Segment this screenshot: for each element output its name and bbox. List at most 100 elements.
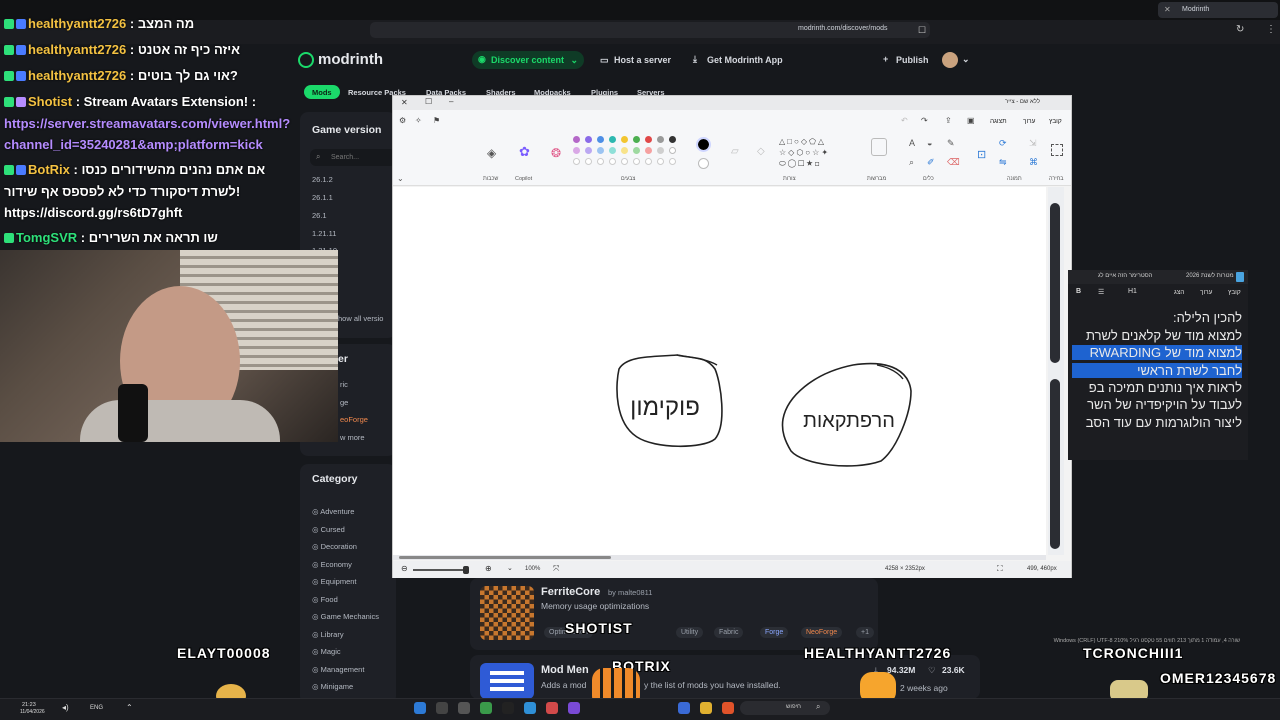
color-swatch-empty[interactable] [573,158,580,165]
heading-dropdown[interactable]: H1 [1128,288,1137,295]
category-item[interactable]: ◎ Adventure [312,501,354,519]
color-swatch[interactable] [597,136,604,143]
zoom-in-icon[interactable]: ⊕ [485,564,492,573]
minecraft-icon[interactable] [480,702,492,714]
layer-slider[interactable] [1050,379,1060,549]
sparkle-icon[interactable]: ✧ [415,116,422,125]
color-picker-icon[interactable]: ✐ [927,157,935,168]
bookmark-icon[interactable]: ☐ [918,25,926,36]
refresh-icon[interactable]: ↻ [1236,24,1244,35]
chevron-down-icon[interactable]: ⌄ [507,564,513,572]
loader-option-forge[interactable]: ge [340,398,348,407]
category-item[interactable]: ◎ Decoration [312,536,357,554]
vscode-icon[interactable] [524,702,536,714]
notepad-tab[interactable]: הסטרימר הזה איים לג [1098,273,1152,279]
share-icon[interactable]: ⇪ [945,116,952,125]
fill-bucket-icon[interactable]: ◒ [927,138,932,148]
color-swatch[interactable] [633,136,640,143]
copilot-icon[interactable]: ✿ [519,144,530,160]
version-option[interactable]: 1.21.11 [312,229,336,238]
menu-icon[interactable]: ⋮ [1266,24,1276,35]
menu-view[interactable]: הצג [1174,289,1184,296]
show-more-toggle[interactable]: w more [340,433,365,442]
color-swatch[interactable] [585,136,592,143]
close-icon[interactable]: ✕ [1164,5,1171,14]
file-explorer-icon[interactable] [700,702,712,714]
color-swatch-empty[interactable] [609,158,616,165]
project-title[interactable]: FerriteCore [541,586,600,598]
shape-outline-icon[interactable]: ◇ [757,146,765,157]
category-item[interactable]: ◎ Equipment [312,571,357,589]
category-item[interactable]: ◎ Economy [312,554,352,572]
tag-utility[interactable]: Utility [676,627,704,638]
image-crop-icon[interactable]: ⊡ [977,148,986,161]
pencil-icon[interactable]: ✎ [947,138,955,149]
secondary-color[interactable] [698,158,709,169]
brave-icon[interactable] [722,702,734,714]
color-swatch[interactable] [609,136,616,143]
zoom-slider-thumb[interactable] [463,566,469,574]
category-item[interactable]: ◎ Cursed [312,519,345,537]
project-title[interactable]: Mod Men [541,664,589,676]
zoom-level[interactable]: 100% [525,566,540,572]
get-app-link[interactable]: Get Modrinth App [707,55,783,65]
color-swatch-empty[interactable] [621,158,628,165]
chat-link[interactable]: channel_id=35240281&amp;platform=kick [4,137,263,152]
color-swatch-empty[interactable] [669,158,676,165]
menu-file[interactable]: קובץ [1228,289,1241,296]
discover-content-button[interactable]: ◉ Discover content ⌄ [472,51,584,69]
chat-link[interactable]: https://server.streamavatars.com/viewer.… [4,116,290,131]
color-swatch[interactable] [621,136,628,143]
category-item[interactable]: ◎ Game Mechanics [312,606,379,624]
magnifier-icon[interactable]: ⌕ [909,157,914,168]
color-wheel-icon[interactable]: ❂ [551,146,561,160]
edge-icon[interactable] [414,702,426,714]
browser-tab[interactable]: ✕ Modrinth [1158,2,1278,18]
list-icon[interactable]: ☰ [1098,288,1104,296]
color-swatch-empty[interactable] [597,158,604,165]
result-card[interactable]: Mod Men Adds a mod y the list of mods yo… [470,655,980,699]
color-swatch[interactable] [645,147,652,154]
remove-background-icon[interactable]: ⌘ [1029,157,1038,168]
color-swatch[interactable] [597,147,604,154]
scrollbar-thumb[interactable] [399,556,611,559]
chat-link[interactable]: https://discord.gg/rs6tD7ghft [4,205,182,220]
version-option[interactable]: 26.1.1 [312,193,333,202]
category-item[interactable]: ◎ Management [312,659,364,677]
menu-edit[interactable]: ערוך [1200,289,1212,296]
menu-file[interactable]: קובץ [1049,118,1062,125]
modrinth-logo-icon[interactable] [298,52,314,68]
close-icon[interactable]: ✕ [401,98,408,107]
color-swatch[interactable] [657,136,664,143]
flag-icon[interactable]: ⚑ [433,116,440,125]
selection-icon[interactable] [1051,144,1063,156]
resize-icon[interactable]: ⇲ [1029,138,1037,149]
color-swatch[interactable] [645,136,652,143]
maximize-icon[interactable]: ☐ [425,97,432,106]
chevron-down-icon[interactable]: ⌄ [962,54,970,65]
brush-icon[interactable] [871,138,887,156]
tag-neoforge[interactable]: NeoForge [801,627,843,638]
text-tool-icon[interactable]: A [909,138,915,148]
category-item[interactable]: ◎ Library [312,624,344,642]
settings-icon[interactable]: ⚙ [399,116,406,125]
publish-button[interactable]: Publish [896,55,929,65]
avatar[interactable] [942,52,958,68]
loader-option-neoforge[interactable]: eoForge [340,415,368,424]
app-icon[interactable] [678,702,690,714]
rotate-icon[interactable]: ⟳ [999,138,1007,149]
host-server-link[interactable]: Host a server [614,55,671,65]
notepad-tab[interactable]: מטרות לשנת 2026 [1186,273,1234,279]
chrome-icon[interactable] [546,702,558,714]
fullscreen-icon[interactable]: ⛶ [997,564,1003,574]
task-view-icon[interactable] [458,702,470,714]
url-text[interactable]: modrinth.com/discover/mods [798,25,887,32]
bold-icon[interactable]: B [1076,288,1081,295]
taskbar-date[interactable]: 11/04/2026 [20,709,45,715]
loader-option-fabric[interactable]: ric [340,380,348,389]
shape-fill-icon[interactable]: ▱ [731,146,739,157]
horizontal-scrollbar[interactable] [393,555,1046,560]
version-option[interactable]: 26.1 [312,211,327,220]
color-swatch[interactable] [585,147,592,154]
app-icon[interactable] [502,702,514,714]
